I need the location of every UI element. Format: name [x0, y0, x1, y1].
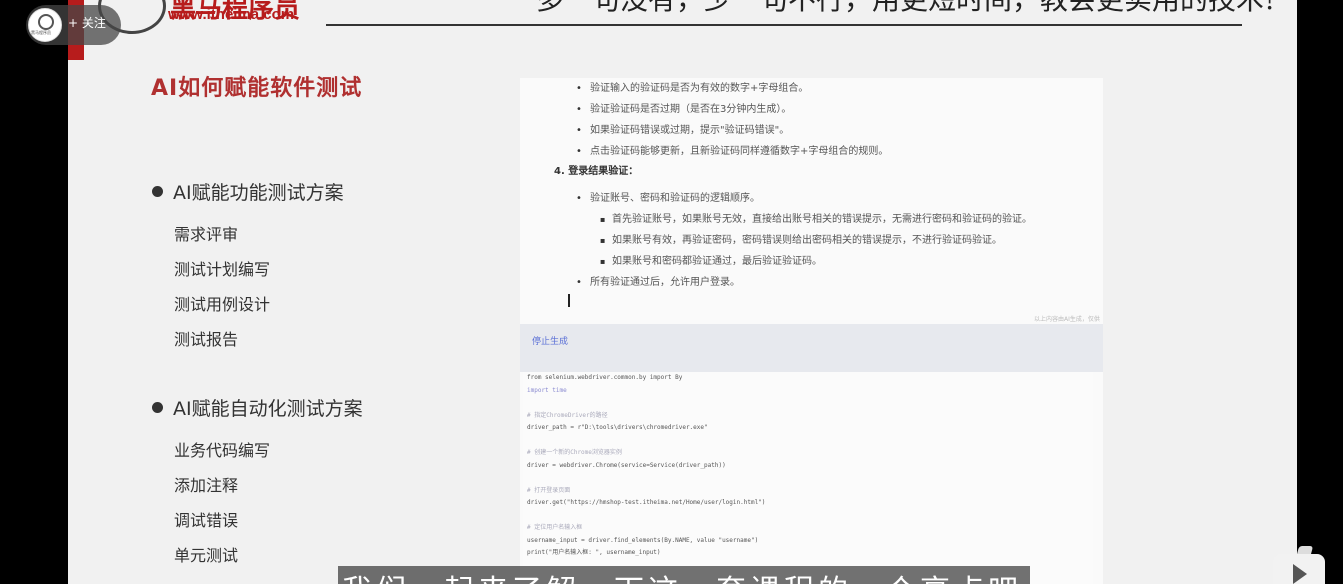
- code-line: # 定位用户名输入框: [527, 524, 583, 531]
- video-subtitle: 我们一起来了解一下这一套课程的一个亮点吧: [338, 566, 1030, 584]
- stop-generating-button[interactable]: 停止生成: [532, 334, 568, 347]
- section-heading: AI赋能功能测试方案: [152, 178, 344, 205]
- section-heading-text: AI赋能功能测试方案: [173, 182, 344, 204]
- header-divider: [326, 24, 1242, 26]
- code-line: from selenium.webdriver.common.by import…: [527, 374, 683, 381]
- avatar-label: 黑马程序员: [31, 30, 51, 35]
- doc-bullet: 点击验证码能够更新，且新验证码同样遵循数字+字母组合的规则。: [520, 141, 1103, 162]
- text-cursor: [568, 294, 570, 307]
- list-item: 单元测试: [174, 546, 239, 565]
- doc-heading: 4. 登录结果验证：: [554, 166, 639, 177]
- follow-button[interactable]: + 关注: [68, 14, 106, 31]
- channel-avatar[interactable]: 黑马程序员: [28, 8, 62, 42]
- slogan: 多一句没有，少一句不行，用更短时间，教会更实用的技术!: [536, 0, 1275, 18]
- slide-title: AI如何赋能软件测试: [151, 76, 363, 101]
- bullet-icon: [152, 402, 163, 413]
- doc-bullet: 如果验证码错误或过期，提示"验证码错误"。: [520, 120, 1103, 141]
- section-heading-text: AI赋能自动化测试方案: [173, 398, 363, 420]
- code-line: # 创建一个新的Chrome浏览器实例: [527, 449, 622, 456]
- code-line: import time: [527, 386, 567, 394]
- code-line: driver_path = r"D:\tools\drivers\chromed…: [527, 424, 708, 431]
- doc-bullet: 验证输入的验证码是否为有效的数字+字母组合。: [520, 78, 1103, 99]
- generation-bar: 停止生成: [520, 324, 1103, 372]
- bullet-icon: [152, 186, 163, 197]
- list-item: 测试计划编写: [174, 260, 271, 279]
- subtitle-text: 我们一起来了解一下这一套课程的一个亮点吧: [342, 566, 1022, 584]
- list-item: 需求评审: [174, 225, 239, 244]
- section-functional: AI赋能功能测试方案 需求评审 测试计划编写 测试用例设计 测试报告: [152, 178, 344, 357]
- list-item: 调试错误: [174, 511, 239, 530]
- code-block: from selenium.webdriver.common.by import…: [523, 372, 1093, 584]
- doc-bullet: 所有验证通过后，允许用户登录。: [520, 272, 1103, 293]
- section-heading: AI赋能自动化测试方案: [152, 394, 363, 421]
- play-icon[interactable]: [1273, 554, 1325, 584]
- code-line: print("用户名输入框: ", username_input): [527, 549, 661, 556]
- video-slide: 黑马程序员 www.itheima.com 多一句没有，少一句不行，用更短时间，…: [68, 0, 1297, 584]
- section-automation: AI赋能自动化测试方案 业务代码编写 添加注释 调试错误 单元测试: [152, 394, 363, 573]
- code-line: # 指定ChromeDriver的路径: [527, 411, 608, 419]
- avatar-logo-icon: [38, 14, 54, 30]
- code-line: driver.get("https://hmshop-test.itheima.…: [527, 499, 766, 506]
- doc-sub-bullet: 如果账号和密码都验证通过，最后验证验证码。: [520, 251, 1103, 272]
- code-line: username_input = driver.find_elements(By…: [527, 536, 759, 544]
- list-item: 测试用例设计: [174, 295, 271, 314]
- list-item: 业务代码编写: [174, 441, 271, 460]
- doc-sub-bullet: 如果账号有效，再验证密码，密码错误则给出密码相关的错误提示，不进行验证码验证。: [520, 230, 1103, 251]
- code-line: driver = webdriver.Chrome(service=Servic…: [527, 461, 726, 469]
- doc-bullet: 验证验证码是否过期（是否在3分钟内生成）。: [520, 99, 1103, 120]
- list-item: 测试报告: [174, 330, 239, 349]
- list-item: 添加注释: [174, 476, 239, 495]
- brand-url: www.itheima.com: [168, 6, 295, 23]
- doc-sub-bullet: 首先验证账号，如果账号无效，直接给出账号相关的错误提示，无需进行密码和验证码的验…: [520, 209, 1103, 230]
- doc-bullet: 验证账号、密码和验证码的逻辑顺序。: [520, 188, 1103, 209]
- code-line: # 打开登录页面: [527, 486, 571, 494]
